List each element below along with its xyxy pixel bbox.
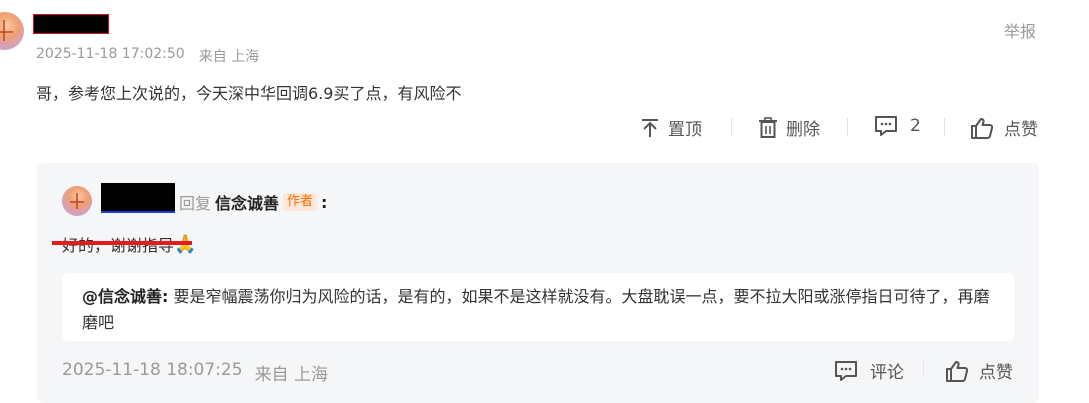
pin-top-icon xyxy=(642,118,658,137)
reply-like-button[interactable]: 点赞 xyxy=(945,358,1013,383)
quote-user[interactable]: @信念诚善: xyxy=(82,287,168,306)
action-divider xyxy=(923,361,924,375)
delete-label: 删除 xyxy=(786,120,820,140)
reply-meta: 2025-11-18 18:07:25 来自 上海 xyxy=(62,360,328,385)
reply-like-label: 点赞 xyxy=(979,363,1013,383)
report-link[interactable]: 举报 xyxy=(1004,18,1036,42)
reply-count: 2 xyxy=(910,116,921,136)
like-button[interactable]: 点赞 xyxy=(970,115,1038,140)
redacted-username xyxy=(33,14,109,34)
reply-header: 回复 信念诚善 作者 : xyxy=(179,190,327,214)
comment-icon xyxy=(835,360,857,381)
reply-comment-label: 评论 xyxy=(870,363,904,383)
thumbs-up-icon xyxy=(971,117,994,139)
action-divider xyxy=(944,118,945,136)
reply-timestamp: 2025-11-18 18:07:25 xyxy=(62,360,243,380)
reply-target-user[interactable]: 信念诚善 xyxy=(215,190,279,214)
comment-location: 来自 上海 xyxy=(198,49,260,65)
user-avatar[interactable] xyxy=(0,12,24,50)
thumbs-up-icon xyxy=(946,360,969,382)
pin-label: 置顶 xyxy=(668,120,702,140)
reply-comment-button[interactable]: 评论 xyxy=(834,358,904,383)
action-divider xyxy=(847,118,848,136)
pin-button[interactable]: 置顶 xyxy=(640,115,702,140)
redacted-reply-username xyxy=(101,183,175,213)
like-label: 点赞 xyxy=(1004,120,1038,140)
reply-location: 来自 上海 xyxy=(254,365,328,385)
reply-colon: : xyxy=(321,192,328,212)
comment-text: 哥，参考您上次说的，今天深中华回调6.9买了点，有风险不 xyxy=(36,84,462,103)
trash-icon xyxy=(759,116,777,138)
reply-user-avatar[interactable] xyxy=(62,186,92,216)
delete-button[interactable]: 删除 xyxy=(758,115,820,140)
author-badge: 作者 xyxy=(283,193,318,211)
comment-icon xyxy=(875,116,897,136)
quote-text: 要是窄幅震荡你归为风险的话，是有的，如果不是这样就没有。大盘耽误一点，要不拉大阳… xyxy=(82,287,990,332)
redaction-strike xyxy=(52,241,192,245)
comment-timestamp: 2025-11-18 17:02:50 xyxy=(36,46,185,62)
action-divider xyxy=(731,118,732,136)
reply-count-button[interactable]: 2 xyxy=(874,115,921,137)
reply-word: 回复 xyxy=(179,194,212,213)
quoted-comment-body: @信念诚善: 要是窄幅震荡你归为风险的话，是有的，如果不是这样就没有。大盘耽误一… xyxy=(82,284,1002,336)
comment-meta: 2025-11-18 17:02:50 来自 上海 xyxy=(36,46,259,66)
